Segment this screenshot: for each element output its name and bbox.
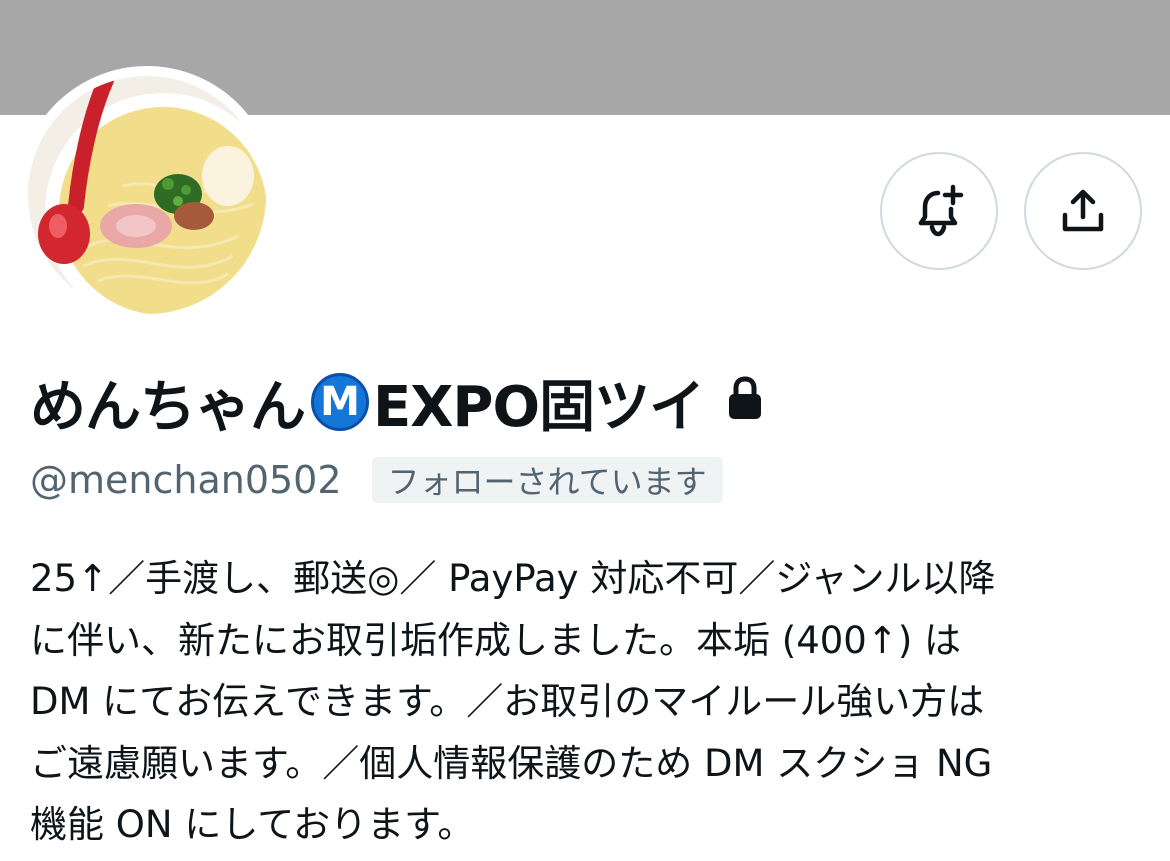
handle-row: @menchan0502 フォローされています <box>30 452 723 508</box>
share-button[interactable] <box>1024 152 1142 270</box>
notifications-button[interactable] <box>880 152 998 270</box>
name-badge-icon: M <box>311 373 369 431</box>
share-icon <box>1062 189 1104 232</box>
bell-plus-icon <box>918 184 964 237</box>
bio-line: ご遠慮願います。／個人情報保護のため DM スクショ NG <box>30 741 993 785</box>
bio-line: DM にてお伝えできます。／お取引のマイルール強い方は <box>30 680 985 723</box>
lock-icon <box>726 370 764 435</box>
user-handle: @menchan0502 <box>30 458 342 502</box>
follows-you-badge: フォローされています <box>371 457 723 503</box>
bio-line: 25↑／手渡し、郵送◎／ PayPay 対応不可／ジャンル以降 <box>30 557 996 600</box>
avatar[interactable] <box>28 76 266 314</box>
display-name-suffix: EXPO固ツイ <box>373 374 705 440</box>
display-name-text: めんちゃん <box>30 374 306 440</box>
bio-line: に伴い、新たにお取引垢作成しました。本垢 (400↑) は <box>30 618 962 662</box>
bio-line: 機能 ON にしております。 <box>30 803 475 846</box>
display-name: めんちゃん M EXPO固ツイ <box>30 366 764 440</box>
profile-bio: 25↑／手渡し、郵送◎／ PayPay 対応不可／ジャンル以降 に伴い、新たにお… <box>30 548 1150 856</box>
ramen-avatar-image <box>28 76 266 314</box>
